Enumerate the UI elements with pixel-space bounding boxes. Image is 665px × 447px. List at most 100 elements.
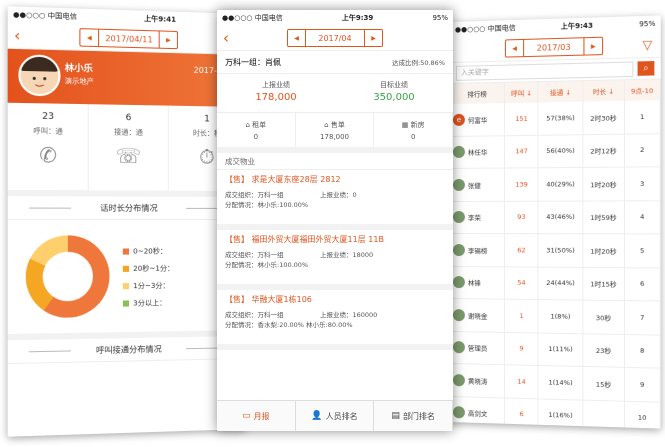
cell-dur: 1时20秒 <box>582 167 625 201</box>
avatar <box>452 276 465 289</box>
avatar <box>452 341 465 354</box>
cell-conn: 1(14%) <box>538 365 583 400</box>
cell-dur: 1时59秒 <box>582 200 625 234</box>
cell-calls: 93 <box>504 200 539 234</box>
home-icon: ⌂ 租单 <box>245 121 267 129</box>
call-stats: 23 呼叫：通 ✆ 6 接通：通 ☏ 1 时长：秒 ⏱ <box>7 102 247 197</box>
table-row[interactable]: 谢晓金 1 1(8%) 30秒 7 <box>450 298 661 335</box>
tab-monthly[interactable]: ▭ 月报 <box>217 401 296 431</box>
col-header[interactable]: 9点-10 <box>624 79 661 101</box>
col-header[interactable]: 时长 ↓ <box>582 80 625 102</box>
cell-calls: 1 <box>504 299 539 333</box>
search-icon[interactable]: ⌕ <box>637 61 655 76</box>
left-phone-screen: ●●○○○ 中国电信 上午9:41 ‹ ◀ 2017/04/11 ▶ 林小乐 演… <box>7 6 247 437</box>
type-rent[interactable]: ⌂ 租单 0 <box>217 113 296 147</box>
search-input[interactable]: 入关键字 <box>455 61 634 81</box>
cell-rank: 2 <box>624 133 661 168</box>
middle-phone-screen: ●●○○○ 中国电信 上午9:39 95% ‹ ◀ 2017/04 ▶ 万科一组… <box>217 10 453 431</box>
stat-value: 23 <box>42 111 55 123</box>
date-value[interactable]: 2017/03 <box>523 38 585 57</box>
person-cell: 黄晓涛 <box>450 363 505 398</box>
home-icon: ⌂ 售单 <box>324 121 345 129</box>
legend-item: 20秒~1分： <box>122 259 174 277</box>
deal-types: ⌂ 租单 0 ⌂ 售单 178,000 ▦ 新房 0 <box>217 113 453 153</box>
table-row[interactable]: e 何富华 151 57(38%) 2时30秒 1 <box>450 100 661 136</box>
prev-date-icon[interactable]: ◀ <box>80 29 98 46</box>
type-new[interactable]: ▦ 新房 0 <box>374 113 453 147</box>
tab-dept-ranking[interactable]: ▤ 部门排名 <box>374 401 453 431</box>
stat-calls[interactable]: 23 呼叫：通 ✆ <box>7 102 90 191</box>
phone-connected-icon: ☏ <box>115 143 142 169</box>
avatar <box>452 373 465 387</box>
cell-rank: 5 <box>624 233 661 268</box>
cell-conn: 1(8%) <box>538 299 583 334</box>
next-date-icon[interactable]: ▶ <box>365 30 382 46</box>
col-header[interactable]: 接通 ↓ <box>538 81 583 103</box>
cell-calls: 62 <box>504 233 539 267</box>
table-row[interactable]: 李锡榜 62 31(50%) 1时20秒 5 <box>450 233 661 268</box>
type-sale[interactable]: ⌂ 售单 178,000 <box>296 113 375 147</box>
person-cell: 管理员 <box>450 331 505 365</box>
avatar <box>452 243 465 256</box>
cell-calls: 139 <box>504 167 539 201</box>
avatar <box>452 308 465 321</box>
prev-date-icon[interactable]: ◀ <box>288 30 305 46</box>
clock: 上午9:41 <box>144 14 177 24</box>
achievement-rate: 达成比例:50.86% <box>392 59 445 67</box>
report-icon: ▭ <box>242 411 251 421</box>
table-row[interactable]: 高剑文 6 1(16%) 10 <box>450 396 661 429</box>
deal-card[interactable]: 【售】 求是大厦东座28层 2812 成交组织：万科一组 上报业绩：0 分配情况：… <box>217 170 453 230</box>
avatar <box>452 178 465 191</box>
date-value[interactable]: 2017/04/11 <box>98 29 160 48</box>
cell-dur: 15秒 <box>582 366 625 401</box>
cell-conn: 31(50%) <box>538 233 583 267</box>
table-row[interactable]: 李荣 93 43(46%) 1时59秒 4 <box>450 200 661 234</box>
deal-title: 【售】 求是大厦东座28层 2812 <box>225 175 341 184</box>
deal-card[interactable]: 【售】 福田外贸大厦福田外贸大厦11层 11B 成交组织：万科一组 上报业绩：18… <box>217 230 453 290</box>
person-cell: 张健 <box>450 168 505 201</box>
right-phone-screen: ●●○○○ 中国电信 上午9:43 95% ◀ 2017/03 ▶ ▽ 入关键字… <box>450 15 661 429</box>
table-row[interactable]: 林任华 147 56(40%) 2时12秒 2 <box>450 133 661 169</box>
back-icon[interactable]: ‹ <box>223 30 229 46</box>
cell-calls: 6 <box>504 397 539 429</box>
filter-icon[interactable]: ▽ <box>643 37 653 52</box>
cell-dur: 30秒 <box>582 300 625 334</box>
cell-dur: 1时20秒 <box>582 233 625 268</box>
stat-connected[interactable]: 6 接通：通 ☏ <box>89 104 169 191</box>
col-header[interactable]: 呼叫 ↓ <box>504 82 539 103</box>
battery: 95% <box>639 19 656 29</box>
ranking-table: 排行榜 呼叫 ↓ 接通 ↓ 时长 ↓ 9点-10 e 何富华 151 57(38%) 2… <box>450 79 661 429</box>
table-row[interactable]: 管理员 9 1(11%) 23秒 8 <box>450 331 661 369</box>
avatar <box>452 406 465 419</box>
next-date-icon[interactable]: ▶ <box>584 38 602 55</box>
date-picker: ◀ 2017/03 ▶ <box>504 36 604 58</box>
tab-staff-ranking[interactable]: 👤 人员排名 <box>296 401 375 431</box>
date-value[interactable]: 2017/04 <box>305 30 365 46</box>
deal-card[interactable]: 【售】 华融大厦1栋106 成交组织：万科一组 上报业绩：160000 分配情况：… <box>217 290 453 350</box>
duration-donut-chart: 0~20秒： 20秒~1分： 1分~3分： 3分以上： <box>7 219 247 341</box>
prev-date-icon[interactable]: ◀ <box>506 40 523 57</box>
chart-legend: 0~20秒： 20秒~1分： 1分~3分： 3分以上： <box>122 242 174 311</box>
clock: 上午9:39 <box>341 14 374 22</box>
cell-dur <box>582 399 625 429</box>
cell-rank: 3 <box>624 166 661 201</box>
cell-rank: 4 <box>624 200 661 234</box>
table-row[interactable]: 林锋 54 24(44%) 1时15秒 6 <box>450 266 661 302</box>
status-bar: ●●○○○ 中国电信 上午9:39 95% <box>217 10 453 26</box>
carrier: ●●○○○ 中国电信 <box>222 14 283 22</box>
clock: 上午9:43 <box>560 21 594 31</box>
person-cell: 李锡榜 <box>450 233 505 267</box>
stat-label: 接通：通 <box>114 128 143 137</box>
cell-rank: 9 <box>624 367 661 402</box>
person-cell: 林任华 <box>450 135 505 169</box>
nav-bar: ‹ ◀ 2017/04 ▶ <box>217 26 453 51</box>
back-icon[interactable]: ‹ <box>14 26 20 45</box>
cell-conn: 56(40%) <box>538 134 583 168</box>
cell-conn: 1(16%) <box>538 398 583 429</box>
profile-name: 林小乐 <box>64 63 93 75</box>
table-row[interactable]: 张健 139 40(29%) 1时20秒 3 <box>450 166 661 201</box>
next-date-icon[interactable]: ▶ <box>160 31 177 48</box>
avatar <box>18 54 61 97</box>
org-row: 万科一组：肖佩 达成比例:50.86% <box>217 51 453 74</box>
nav-bar: ◀ 2017/03 ▶ ▽ <box>450 31 661 63</box>
